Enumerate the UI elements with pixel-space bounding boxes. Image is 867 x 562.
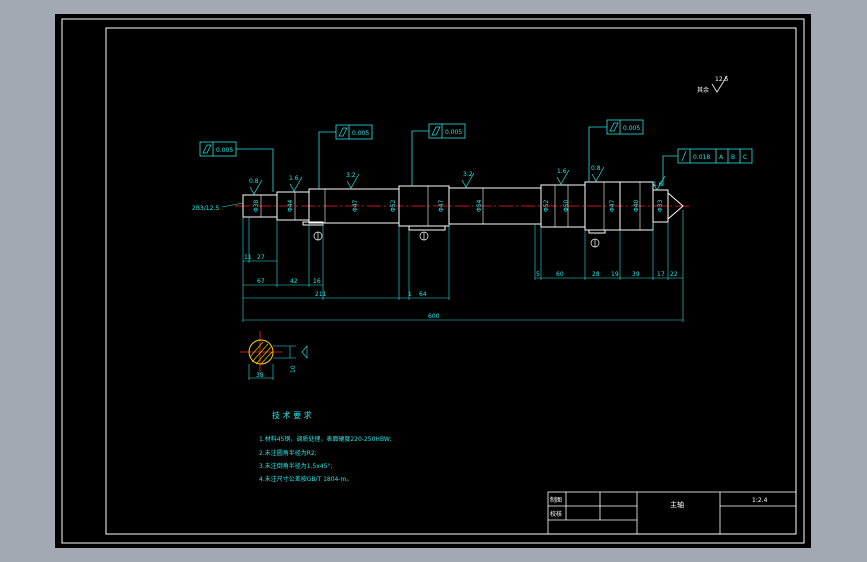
tolerance-value: 0.005 — [352, 130, 369, 137]
tolerance-value: 0.005 — [445, 129, 462, 136]
center-hole-label: 2B3/12.5 — [192, 205, 219, 212]
overall-length: 600 — [428, 313, 440, 320]
runout-value: 0.018 — [693, 154, 710, 161]
diameter-label: Φ50 — [563, 199, 570, 212]
dim-value: 64 — [419, 291, 427, 298]
cad-viewport — [55, 14, 811, 548]
dim-value: 211 — [315, 291, 327, 298]
dim-value: 1 — [408, 291, 412, 298]
roughness-note-value: 12.5 — [715, 76, 729, 83]
tech-item: 4.未注尺寸公差按GB/T 1804-m。 — [259, 475, 352, 483]
part-name: 主轴 — [670, 500, 684, 509]
roughness-note-label: 其余 — [697, 86, 709, 94]
dim-value: 28 — [592, 271, 600, 278]
diameter-label: Φ44 — [287, 199, 294, 212]
datum-c: C — [743, 154, 747, 161]
roughness-value: 0.8 — [591, 165, 601, 172]
tolerance-value: 0.005 — [623, 125, 640, 132]
diameter-label: Φ47 — [609, 199, 616, 212]
roughness-value: 1.6 — [289, 175, 299, 182]
dim-value: 5 — [536, 271, 540, 278]
diameter-label: Φ54 — [476, 199, 483, 212]
dim-value: 39 — [632, 271, 640, 278]
tech-title: 技 术 要 求 — [272, 410, 312, 420]
dim-value: 27 — [257, 254, 265, 261]
roughness-value: 0.8 — [249, 178, 259, 185]
drawn-label: 制图 — [550, 496, 562, 504]
roughness-value: 3.2 — [346, 172, 356, 179]
diameter-label: Φ38 — [253, 199, 260, 212]
diameter-label: Φ40 — [633, 199, 640, 212]
dim-value: 67 — [257, 278, 265, 285]
roughness-value: 3.2 — [463, 171, 473, 178]
datum-b: B — [731, 154, 735, 161]
tolerance-value: 0.005 — [216, 147, 233, 154]
section-dim: 38 — [256, 372, 264, 379]
diameter-label: Φ52 — [390, 199, 397, 212]
roughness-value: 1.6 — [557, 168, 567, 175]
checked-label: 校核 — [550, 510, 562, 518]
dim-value: 11 — [244, 254, 252, 261]
diameter-label: Φ33 — [657, 199, 664, 212]
dim-value: 17 — [657, 271, 665, 278]
diameter-label: Φ47 — [438, 199, 445, 212]
diameter-label: Φ52 — [543, 199, 550, 212]
tech-item: 1.材料45钢，调质处理，表面硬度220-250HBW; — [259, 435, 392, 443]
tech-item: 2.未注圆角半径为R2; — [259, 449, 317, 457]
dim-value: 22 — [670, 271, 678, 278]
section-dim: 10 — [290, 365, 297, 373]
tech-item: 3.未注倒角半径为1.5x45°; — [259, 462, 332, 470]
roughness-value: 1.6 — [653, 181, 663, 188]
diameter-label: Φ47 — [352, 199, 359, 212]
dim-value: 60 — [556, 271, 564, 278]
cad-drawing-canvas: 其余 12.5 Φ38 Φ44 Φ47 Φ52 Φ47 Φ54 Φ52 Φ50 … — [55, 14, 811, 548]
dim-value: 16 — [313, 278, 321, 285]
dim-value: 19 — [611, 271, 619, 278]
dim-value: 42 — [290, 278, 298, 285]
scale: 1:2.4 — [752, 497, 768, 504]
